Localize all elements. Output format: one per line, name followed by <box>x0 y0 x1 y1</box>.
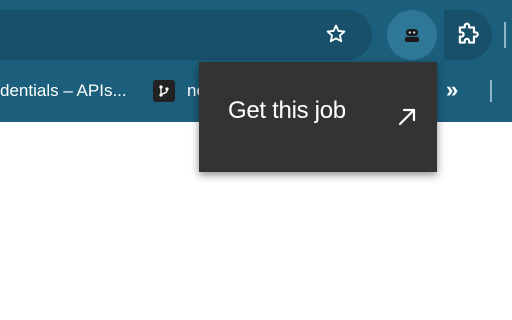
robot-icon[interactable] <box>395 18 429 52</box>
bookmark-item-credentials[interactable]: dentials – APIs... <box>0 80 127 102</box>
extensions-puzzle-icon[interactable] <box>444 10 492 60</box>
get-this-job-link[interactable]: Get this job <box>228 96 346 126</box>
git-branch-icon <box>153 80 175 102</box>
bookmark-item-ne[interactable]: ne <box>153 80 206 102</box>
bookmarks-divider <box>490 80 492 102</box>
arrow-up-right-icon[interactable] <box>395 105 419 129</box>
toolbar-divider <box>504 22 506 48</box>
bookmark-label: dentials – APIs... <box>0 81 127 100</box>
bookmark-star-icon[interactable] <box>318 16 354 52</box>
address-bar[interactable] <box>0 10 372 60</box>
extension-popup: Get this job <box>199 62 437 172</box>
chevron-double-right-icon[interactable]: » <box>446 78 468 102</box>
